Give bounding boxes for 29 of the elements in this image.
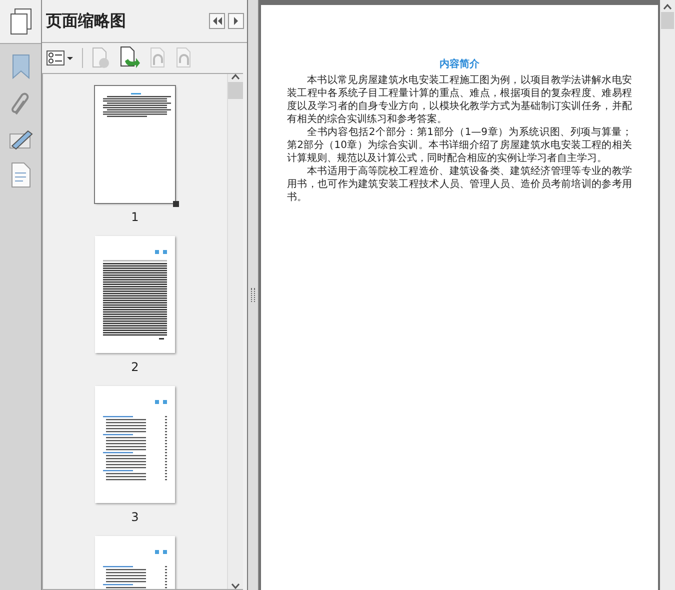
splitter-grip-icon[interactable] — [251, 288, 255, 302]
scroll-up-icon[interactable] — [663, 4, 672, 10]
body-paragraph: 全书内容包括2个部分：第1部分（1—9章）为系统识图、列项与算量；第2部分（10章）为综合实训。本书详细介绍了房屋建筑水电安装工程的相关计算规则、规范以及计算公式，同时配合相应的实例让学习者自主学习。 — [287, 126, 632, 165]
page-number: 2 — [131, 360, 139, 374]
page-thumbnail-drawing[interactable] — [95, 236, 175, 353]
next-button[interactable] — [228, 13, 244, 29]
collapse-button[interactable] — [209, 13, 225, 29]
page-number: 3 — [131, 510, 139, 524]
signature-icon[interactable] — [8, 128, 34, 152]
replace-page-icon[interactable] — [119, 46, 141, 70]
right-arrow-icon — [233, 17, 239, 25]
scrollbar[interactable] — [660, 0, 675, 590]
body-paragraph: 本书适用于高等院校工程造价、建筑设备类、建筑经济管理等专业的教学用书，也可作为建筑安装工程技术人员、管理人员、造价员考前培训的参考用书。 — [287, 165, 632, 204]
scroll-thumb[interactable] — [661, 12, 674, 29]
scroll-thumb[interactable] — [228, 82, 243, 99]
resize-handle-icon[interactable] — [173, 201, 179, 207]
page-number: 1 — [131, 210, 139, 224]
section-heading: 内容简介 — [438, 57, 480, 71]
panel-title: 页面缩略图 — [46, 10, 127, 32]
page-thumbnail-drawing[interactable] — [95, 86, 175, 203]
page-thumbnail-drawing[interactable] — [95, 386, 175, 503]
pages-icon[interactable] — [8, 8, 32, 36]
options-menu-icon[interactable] — [46, 50, 74, 66]
body-paragraph: 本书以常见房屋建筑水电安装工程施工图为例，以项目教学法讲解水电安装工程中各系统子目工程量计算的重点、难点，根据项目的复杂程度、难易程度以及学习者的自身专业方向，以模块化教学方式为基础制订实训任务，并配有相关的综合实训练习和参考答案。 — [287, 74, 632, 126]
scroll-down-icon[interactable] — [231, 583, 240, 589]
scroll-up-icon[interactable] — [231, 74, 240, 80]
double-left-arrow-icon — [212, 17, 222, 25]
document-icon[interactable] — [10, 162, 30, 188]
scrollbar[interactable] — [227, 74, 243, 589]
